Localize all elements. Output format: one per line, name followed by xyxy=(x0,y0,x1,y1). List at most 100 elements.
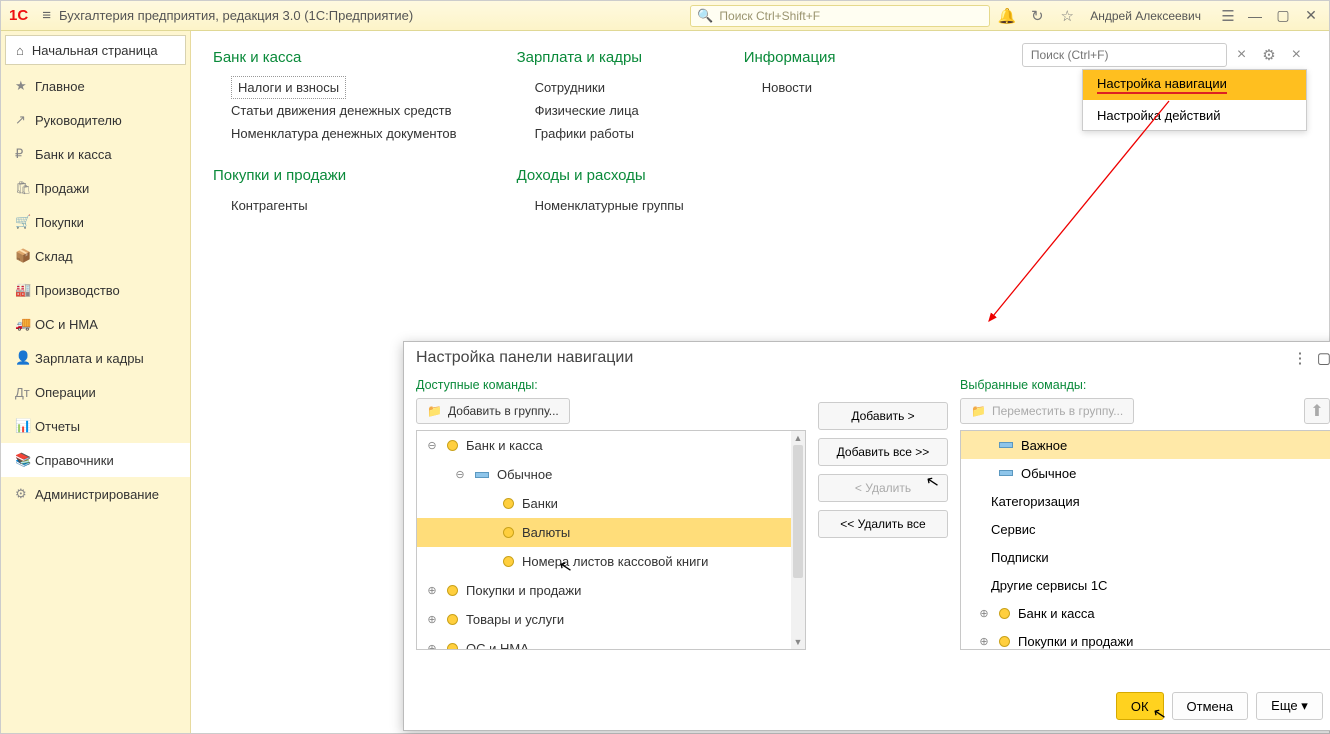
sidebar-item-0[interactable]: ★Главное xyxy=(1,69,190,103)
sidebar-icon: 🏭 xyxy=(15,282,35,298)
sidebar-label: Главное xyxy=(35,79,85,94)
sidebar-item-9[interactable]: ДтОперации xyxy=(1,375,190,409)
sidebar-label: Справочники xyxy=(35,453,114,468)
head-info: Информация xyxy=(744,49,836,66)
left-label: Доступные команды: xyxy=(416,378,806,392)
window-title: Бухгалтерия предприятия, редакция 3.0 (1… xyxy=(59,8,413,23)
tree-row[interactable]: ⊕Товары и услуги xyxy=(417,605,805,634)
sidebar-item-10[interactable]: 📊Отчеты xyxy=(1,409,190,443)
link-nomgrp[interactable]: Номенклатурные группы xyxy=(517,194,684,217)
left-tree[interactable]: ⊖Банк и касса⊖ОбычноеБанкиВалютыНомера л… xyxy=(416,430,806,650)
tree-row[interactable]: Другие сервисы 1С xyxy=(961,571,1330,599)
sidebar-item-8[interactable]: 👤Зарплата и кадры xyxy=(1,341,190,375)
sidebar-item-6[interactable]: 🏭Производство xyxy=(1,273,190,307)
sidebar-item-12[interactable]: ⚙Администрирование xyxy=(1,477,190,511)
left-scrollbar[interactable]: ▲ ▼ xyxy=(791,431,805,649)
move-up-button[interactable]: ⬆ xyxy=(1304,398,1330,424)
head-purchases: Покупки и продажи xyxy=(213,167,457,184)
cancel-button[interactable]: Отмена xyxy=(1172,692,1249,720)
link-cashflow[interactable]: Статьи движения денежных средств xyxy=(213,99,457,122)
logo-1c: 1С xyxy=(9,7,28,24)
sidebar-item-2[interactable]: ₽Банк и касса xyxy=(1,137,190,171)
move-group-button: 📁 Переместить в группу... xyxy=(960,398,1134,424)
home-icon: ⌂ xyxy=(16,43,24,58)
sidebar: ⌂ Начальная страница ★Главное↗Руководите… xyxy=(1,31,191,733)
sidebar-item-11[interactable]: 📚Справочники xyxy=(1,443,190,477)
sidebar-icon: ⚙ xyxy=(15,486,35,502)
btn-remove-all[interactable]: << Удалить все xyxy=(818,510,948,538)
btn-add[interactable]: Добавить > xyxy=(818,402,948,430)
maximize-button[interactable]: ▢ xyxy=(1269,7,1297,24)
btn-add-all[interactable]: Добавить все >> xyxy=(818,438,948,466)
close-button[interactable]: ✕ xyxy=(1297,7,1325,24)
dialog-nav-setup: Настройка панели навигации ⋮ ▢ ✕ Доступн… xyxy=(403,341,1330,731)
tree-row[interactable]: Сервис xyxy=(961,515,1330,543)
sidebar-home[interactable]: ⌂ Начальная страница xyxy=(5,35,186,65)
link-empl[interactable]: Сотрудники xyxy=(517,76,684,99)
add-group-button[interactable]: 📁 Добавить в группу... xyxy=(416,398,570,424)
tree-row[interactable]: ⊕Покупки и продажи xyxy=(417,576,805,605)
sidebar-label: Банк и касса xyxy=(35,147,112,162)
tree-row[interactable]: ⊕Банк и касса xyxy=(961,599,1330,627)
right-tree[interactable]: ВажноеОбычноеКатегоризацияСервисПодписки… xyxy=(960,430,1330,650)
hamburger-icon[interactable]: ≡ xyxy=(42,7,51,24)
tree-row[interactable]: Категоризация xyxy=(961,487,1330,515)
tree-row[interactable]: Обычное xyxy=(961,459,1330,487)
head-bank: Банк и касса xyxy=(213,49,457,66)
sidebar-item-4[interactable]: 🛒Покупки xyxy=(1,205,190,239)
bell-icon[interactable]: 🔔 xyxy=(994,5,1020,27)
link-nomcash[interactable]: Номенклатура денежных документов xyxy=(213,122,457,145)
tree-row[interactable]: Номера листов кассовой книги xyxy=(417,547,805,576)
main-area: × ⚙ × Настройка навигации Настройка дейс… xyxy=(191,31,1329,733)
sidebar-item-1[interactable]: ↗Руководителю xyxy=(1,103,190,137)
star-icon[interactable]: ☆ xyxy=(1054,5,1080,27)
sidebar-label: Руководителю xyxy=(35,113,122,128)
sidebar-label: Склад xyxy=(35,249,73,264)
minimize-button[interactable]: — xyxy=(1241,8,1269,24)
user-label[interactable]: Андрей Алексеевич xyxy=(1084,9,1207,23)
link-taxes[interactable]: Налоги и взносы xyxy=(231,76,346,99)
ok-button[interactable]: ОК xyxy=(1116,692,1164,720)
sidebar-label: ОС и НМА xyxy=(35,317,98,332)
sidebar-home-label: Начальная страница xyxy=(32,43,158,58)
sidebar-icon: ★ xyxy=(15,78,35,94)
filter-icon[interactable]: ☰ xyxy=(1215,5,1241,27)
sidebar-icon: 📊 xyxy=(15,418,35,434)
tree-row[interactable]: ⊖Банк и касса xyxy=(417,431,805,460)
link-sched[interactable]: Графики работы xyxy=(517,122,684,145)
sidebar-icon: 🚚 xyxy=(15,316,35,332)
right-label: Выбранные команды: xyxy=(960,378,1330,392)
btn-remove[interactable]: < Удалить xyxy=(818,474,948,502)
dialog-max-icon[interactable]: ▢ xyxy=(1312,349,1330,367)
sidebar-item-5[interactable]: 📦Склад xyxy=(1,239,190,273)
global-search[interactable]: 🔍 Поиск Ctrl+Shift+F xyxy=(690,5,990,27)
sidebar-icon: Дт xyxy=(15,385,35,400)
tree-row[interactable]: ⊕Покупки и продажи xyxy=(961,627,1330,650)
tree-row[interactable]: Банки xyxy=(417,489,805,518)
head-income: Доходы и расходы xyxy=(517,167,684,184)
link-phys[interactable]: Физические лица xyxy=(517,99,684,122)
more-button[interactable]: Еще ▾ xyxy=(1256,692,1323,720)
search-icon: 🔍 xyxy=(697,8,713,24)
sidebar-item-3[interactable]: 🛍Продажи xyxy=(1,171,190,205)
sidebar-label: Производство xyxy=(35,283,120,298)
history-icon[interactable]: ↻ xyxy=(1024,5,1050,27)
tree-row[interactable]: ⊖Обычное xyxy=(417,460,805,489)
sidebar-label: Отчеты xyxy=(35,419,80,434)
dialog-title: Настройка панели навигации xyxy=(416,349,633,367)
tree-row[interactable]: Валюты xyxy=(417,518,805,547)
sidebar-label: Операции xyxy=(35,385,96,400)
sidebar-item-7[interactable]: 🚚ОС и НМА xyxy=(1,307,190,341)
tree-row[interactable]: Важное xyxy=(961,431,1330,459)
sidebar-label: Покупки xyxy=(35,215,84,230)
tree-row[interactable]: Подписки xyxy=(961,543,1330,571)
dialog-menu-icon[interactable]: ⋮ xyxy=(1288,349,1312,367)
link-news[interactable]: Новости xyxy=(744,76,836,99)
link-contr[interactable]: Контрагенты xyxy=(213,194,457,217)
sidebar-label: Продажи xyxy=(35,181,89,196)
sidebar-icon: 👤 xyxy=(15,350,35,366)
sidebar-label: Администрирование xyxy=(35,487,159,502)
tree-row[interactable]: ⊕ОС и НМА xyxy=(417,634,805,650)
sidebar-icon: ₽ xyxy=(15,146,35,162)
sidebar-label: Зарплата и кадры xyxy=(35,351,144,366)
